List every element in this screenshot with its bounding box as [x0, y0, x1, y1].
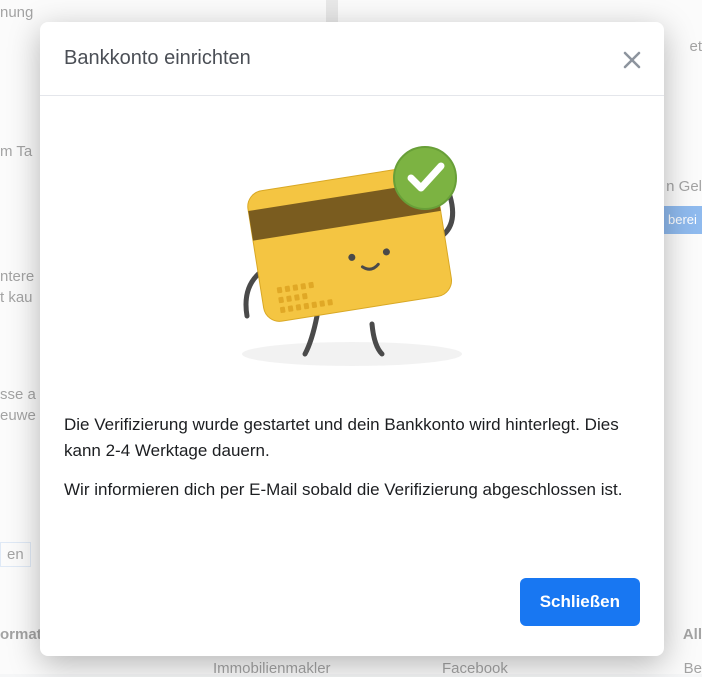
close-icon[interactable] [620, 48, 644, 72]
close-button[interactable]: Schließen [520, 578, 640, 626]
bank-setup-modal: Bankkonto einrichten [40, 22, 664, 656]
modal-title: Bankkonto einrichten [64, 47, 251, 70]
email-notify-text: Wir informieren dich per E-Mail sobald d… [64, 477, 640, 503]
modal-footer: Schließen [40, 562, 664, 656]
verification-started-text: Die Verifizierung wurde gestartet und de… [64, 412, 640, 463]
modal-body: Die Verifizierung wurde gestartet und de… [40, 96, 664, 562]
modal-header: Bankkonto einrichten [40, 22, 664, 96]
card-success-illustration [64, 136, 640, 376]
